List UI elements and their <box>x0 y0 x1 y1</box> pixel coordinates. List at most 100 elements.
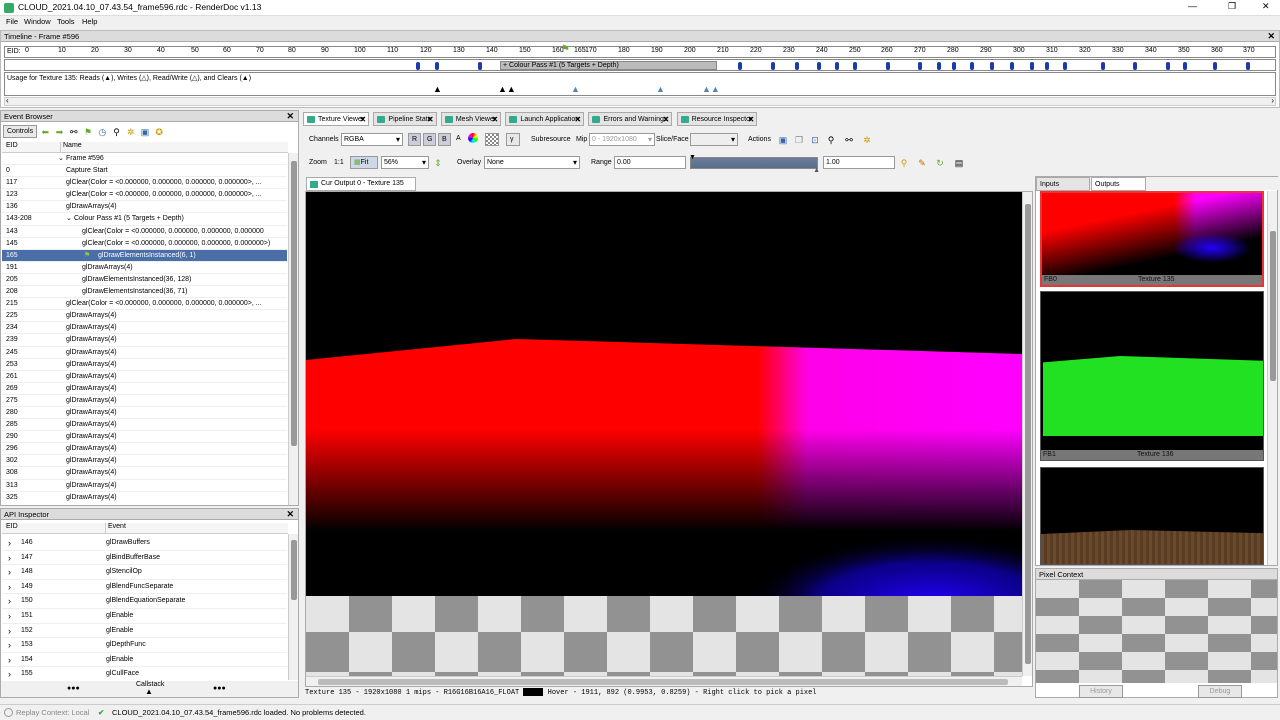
reset-icon[interactable]: ↻ <box>934 157 946 169</box>
event-marker[interactable] <box>817 62 821 70</box>
expand-arrow-icon[interactable]: › <box>8 565 11 579</box>
replay-context[interactable]: Replay Context: Local <box>16 705 89 720</box>
binoculars-icon[interactable]: ⚯ <box>68 126 80 138</box>
range-max-input[interactable]: 1.00 <box>823 156 895 169</box>
histogram-icon[interactable]: ▤ <box>953 157 965 169</box>
api-row[interactable]: › 154 glEnable <box>2 653 287 668</box>
tab-launch-application[interactable]: Launch Application ✕ <box>505 112 585 126</box>
event-marker[interactable] <box>416 62 420 70</box>
col-event[interactable]: Event <box>105 523 126 534</box>
event-marker[interactable] <box>1045 62 1049 70</box>
thumbnail-fb2[interactable] <box>1040 467 1264 565</box>
range-slider[interactable]: ▼ ▲ <box>689 154 820 174</box>
zoom-icon[interactable]: ⚲ <box>898 157 910 169</box>
menu-help[interactable]: Help <box>82 17 97 26</box>
timeline-track[interactable]: + Colour Pass #1 (5 Targets + Depth) <box>4 59 1276 71</box>
api-scrollbar[interactable] <box>288 534 298 680</box>
zoom-region-icon[interactable]: ⚲ <box>825 134 837 146</box>
pixel-context-view[interactable] <box>1036 580 1277 683</box>
expand-arrow-icon[interactable]: › <box>8 667 11 681</box>
event-row[interactable]: 117 glClear(Color = <0.000000, 0.000000, … <box>2 177 287 190</box>
arrow-left-icon[interactable]: ⬅ <box>39 126 51 138</box>
range-handle-right[interactable]: ▲ <box>813 167 820 174</box>
tab-outputs[interactable]: Outputs <box>1091 177 1146 191</box>
channel-r-toggle[interactable]: R <box>408 133 422 146</box>
event-marker[interactable] <box>1213 62 1217 70</box>
mip-select[interactable]: 0 - 1920x1080 <box>589 133 655 146</box>
zoom-select[interactable]: 56% <box>381 156 429 169</box>
overlay-select[interactable]: None <box>484 156 580 169</box>
channel-g-toggle[interactable]: G <box>423 133 437 146</box>
viewer-subtab[interactable]: Cur Output 0 - Texture 135 <box>306 177 416 191</box>
api-row[interactable]: › 147 glBindBufferBase <box>2 551 287 566</box>
texture-scroll-h[interactable] <box>306 676 1022 686</box>
event-marker[interactable] <box>1101 62 1105 70</box>
event-row[interactable]: 136 glDrawArrays(4) <box>2 201 287 214</box>
col-eid[interactable]: EID <box>6 142 18 149</box>
channels-select[interactable]: RGBA <box>341 133 403 146</box>
expand-arrow-icon[interactable]: › <box>8 638 11 652</box>
close-icon[interactable]: ✕ <box>286 111 294 122</box>
texture-scroll-v[interactable] <box>1022 192 1032 676</box>
close-icon[interactable]: ✕ <box>663 113 670 126</box>
close-icon[interactable]: ✕ <box>748 113 755 126</box>
event-row[interactable]: 325 glDrawArrays(4) <box>2 492 287 503</box>
close-icon[interactable]: ✕ <box>491 113 498 126</box>
event-row[interactable]: 205 glDrawElementsInstanced(36, 128) <box>2 274 287 287</box>
link-icon[interactable]: ⚯ <box>843 134 855 146</box>
api-row[interactable]: › 148 glStencilOp <box>2 565 287 580</box>
tab-resource-inspector[interactable]: Resource Inspector ✕ <box>676 112 758 126</box>
tab-inputs[interactable]: Inputs <box>1036 177 1090 191</box>
event-marker[interactable] <box>1246 62 1250 70</box>
expand-up-icon[interactable]: ▲ <box>145 687 153 696</box>
event-row[interactable]: 261 glDrawArrays(4) <box>2 371 287 383</box>
thumbnail-fb0[interactable]: FB0 Texture 135 <box>1040 191 1264 287</box>
fit-button[interactable]: ▦Fit <box>350 156 378 169</box>
channel-a-toggle[interactable]: A <box>456 135 461 142</box>
close-icon[interactable]: ✕ <box>575 113 582 126</box>
col-eid[interactable]: EID <box>6 523 18 530</box>
event-marker[interactable] <box>795 62 799 70</box>
open-icon[interactable]: ⊡ <box>809 134 821 146</box>
bookmark-icon[interactable]: ⚲ <box>110 126 122 138</box>
event-row[interactable]: 275 glDrawArrays(4) <box>2 395 287 407</box>
event-row[interactable]: ⌄ 143-208 Colour Pass #1 (5 Targets + Dept… <box>2 213 287 226</box>
range-handle-left[interactable]: ▼ <box>689 154 696 161</box>
event-row[interactable]: 285 glDrawArrays(4) <box>2 419 287 432</box>
event-marker[interactable] <box>970 62 974 70</box>
range-min-input[interactable]: 0.00 <box>614 156 686 169</box>
tab-mesh-viewer[interactable]: Mesh Viewer ✕ <box>440 112 502 126</box>
event-marker[interactable] <box>835 62 839 70</box>
event-row[interactable]: ⌄ Frame #596 <box>2 153 287 166</box>
event-row[interactable]: 302 glDrawArrays(4) <box>2 455 287 468</box>
tab-pipeline-state[interactable]: Pipeline State ✕ <box>373 112 437 126</box>
close-icon[interactable]: ✕ <box>286 509 294 520</box>
event-row[interactable]: 191 glDrawArrays(4) <box>2 262 287 274</box>
zoom-1to1-button[interactable]: 1:1 <box>334 159 344 166</box>
event-row[interactable]: 234 glDrawArrays(4) <box>2 322 287 335</box>
close-button[interactable]: ✕ <box>1262 1 1270 12</box>
current-event-flag-icon[interactable]: ⚑ <box>561 44 570 55</box>
event-row[interactable]: ⚑ 165 glDrawElementsInstanced(6, 1) <box>2 249 287 262</box>
event-marker[interactable] <box>771 62 775 70</box>
event-row[interactable]: 0 Capture Start <box>2 165 287 178</box>
event-scrollbar[interactable] <box>288 153 298 505</box>
event-marker[interactable] <box>952 62 956 70</box>
scroll-right-icon[interactable]: › <box>1271 96 1274 105</box>
flip-icon[interactable]: ⇕ <box>432 157 444 169</box>
expand-arrow-icon[interactable]: › <box>8 580 11 594</box>
menu-window[interactable]: Window <box>24 17 51 26</box>
settings-icon[interactable]: ✲ <box>125 126 137 138</box>
event-row[interactable]: 296 glDrawArrays(4) <box>2 443 287 456</box>
more-left-icon[interactable]: ●●● <box>67 685 80 692</box>
col-name[interactable]: Name <box>60 142 82 153</box>
event-row[interactable]: 239 glDrawArrays(4) <box>2 334 287 347</box>
settings-icon[interactable]: ✲ <box>861 134 873 146</box>
expand-arrow-icon[interactable]: › <box>8 536 11 550</box>
tab-errors-and-warnings[interactable]: Errors and Warnings ✕ <box>588 112 673 126</box>
export-icon[interactable]: ✪ <box>153 126 165 138</box>
flag-icon[interactable]: ⚑ <box>82 126 94 138</box>
event-row[interactable]: 313 glDrawArrays(4) <box>2 480 287 492</box>
controls-button[interactable]: Controls <box>3 125 38 138</box>
tab-texture-viewer[interactable]: Texture Viewer ✕ <box>303 112 370 126</box>
